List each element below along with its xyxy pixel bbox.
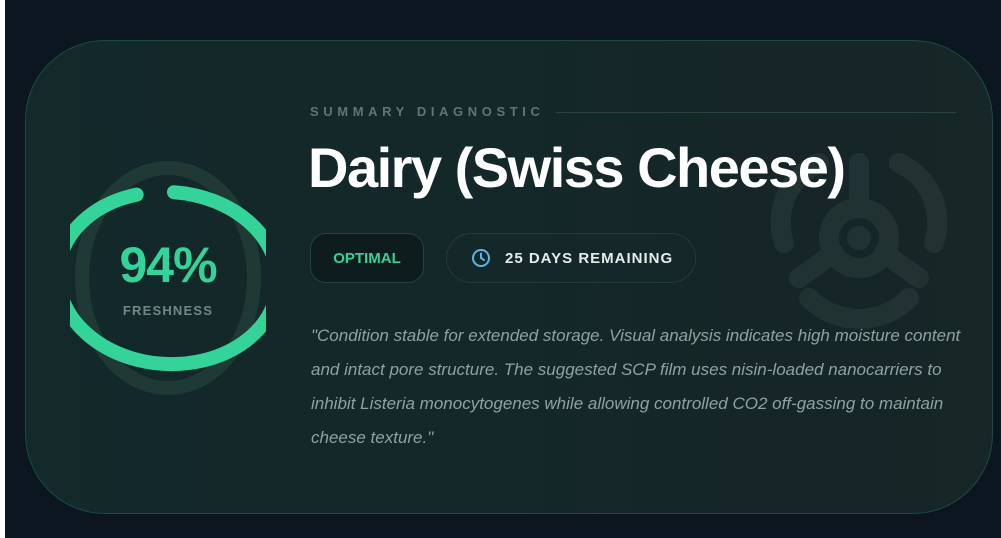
status-badge: OPTIMAL	[310, 233, 424, 283]
page-title: Dairy (Swiss Cheese)	[308, 136, 846, 199]
remaining-badge: 25 DAYS REMAINING	[446, 233, 696, 283]
freshness-percent: 94%	[119, 237, 217, 293]
section-kicker: SUMMARY DIAGNOSTIC	[310, 104, 545, 119]
diagnostic-card: 94% FRESHNESS SUMMARY DIAGNOSTIC Dairy (…	[25, 40, 993, 514]
kicker-divider	[556, 112, 956, 113]
diagnostic-description: "Condition stable for extended storage. …	[311, 326, 961, 447]
clock-icon	[472, 249, 490, 267]
remaining-text: 25 DAYS REMAINING	[505, 249, 674, 267]
app-frame: 94% FRESHNESS SUMMARY DIAGNOSTIC Dairy (…	[5, 0, 1001, 538]
freshness-label: FRESHNESS	[122, 303, 214, 318]
